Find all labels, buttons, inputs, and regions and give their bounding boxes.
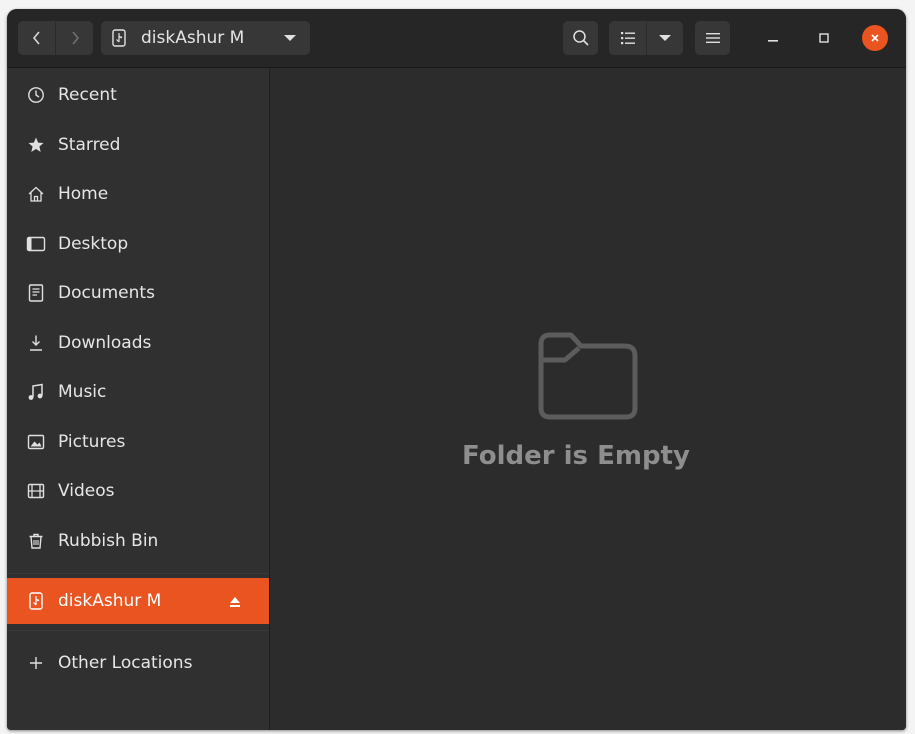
minimize-button[interactable] — [760, 25, 786, 51]
chevron-down-icon — [284, 35, 296, 41]
sidebar-item-documents[interactable]: Documents — [7, 270, 269, 316]
sidebar-separator — [7, 630, 269, 631]
sidebar-item-label: Starred — [58, 135, 121, 155]
sidebar-item-label: Home — [58, 184, 109, 204]
file-view[interactable]: Folder is Empty — [270, 68, 906, 730]
list-view-button[interactable] — [609, 21, 646, 55]
usb-drive-icon — [112, 29, 126, 47]
desktop-icon — [25, 233, 47, 255]
star-icon — [25, 134, 47, 156]
sidebar-item-recent[interactable]: Recent — [7, 72, 269, 118]
chevron-left-icon — [32, 31, 40, 45]
close-icon — [871, 34, 879, 42]
header-bar: diskAshur M — [7, 9, 906, 68]
sidebar-item-downloads[interactable]: Downloads — [7, 320, 269, 366]
navigation-buttons — [18, 21, 93, 55]
music-icon — [25, 381, 47, 403]
sidebar-item-diskashur-m[interactable]: diskAshur M — [7, 578, 269, 624]
search-icon — [572, 30, 589, 46]
empty-folder-message: Folder is Empty — [462, 441, 690, 471]
sidebar-item-label: Other Locations — [58, 653, 193, 673]
sidebar-item-label: diskAshur M — [58, 591, 162, 611]
sidebar-item-label: Music — [58, 382, 107, 402]
videos-icon — [25, 480, 47, 502]
maximize-button[interactable] — [811, 25, 837, 51]
file-manager-window: diskAshur M Recent Starred Home Desktop … — [7, 9, 906, 730]
sidebar-item-pictures[interactable]: Pictures — [7, 419, 269, 465]
view-dropdown-button[interactable] — [647, 21, 683, 55]
hamburger-menu-icon — [705, 33, 720, 43]
folder-icon — [538, 332, 638, 420]
forward-button[interactable] — [56, 21, 93, 55]
sidebar-item-label: Desktop — [58, 234, 129, 254]
sidebar-item-music[interactable]: Music — [7, 369, 269, 415]
eject-icon[interactable] — [229, 593, 241, 613]
view-options-group — [609, 21, 683, 55]
documents-icon — [25, 282, 47, 304]
location-label: diskAshur M — [141, 28, 245, 48]
sidebar-item-starred[interactable]: Starred — [7, 122, 269, 168]
sidebar-item-label: Downloads — [58, 333, 152, 353]
close-button[interactable] — [862, 25, 888, 51]
recent-icon — [25, 84, 47, 106]
sidebar-item-desktop[interactable]: Desktop — [7, 221, 269, 267]
sidebar-item-home[interactable]: Home — [7, 171, 269, 217]
maximize-icon — [819, 33, 829, 43]
back-button[interactable] — [18, 21, 55, 55]
location-button[interactable]: diskAshur M — [101, 21, 310, 55]
sidebar-item-label: Rubbish Bin — [58, 531, 159, 551]
sidebar-separator — [7, 573, 269, 574]
menu-button[interactable] — [695, 21, 730, 55]
trash-icon — [25, 530, 47, 552]
downloads-icon — [25, 332, 47, 354]
chevron-right-icon — [71, 31, 79, 45]
usb-drive-icon — [25, 590, 47, 612]
sidebar-item-label: Recent — [58, 85, 117, 105]
sidebar-item-label: Documents — [58, 283, 155, 303]
sidebar-item-videos[interactable]: Videos — [7, 468, 269, 514]
search-button[interactable] — [563, 21, 598, 55]
sidebar-item-label: Videos — [58, 481, 115, 501]
home-icon — [25, 183, 47, 205]
list-view-icon — [620, 32, 635, 45]
sidebar: Recent Starred Home Desktop Documents Do… — [7, 68, 270, 730]
plus-icon — [25, 652, 47, 674]
sidebar-item-rubbish-bin[interactable]: Rubbish Bin — [7, 518, 269, 564]
sidebar-item-other-locations[interactable]: Other Locations — [7, 640, 269, 686]
chevron-down-icon — [659, 35, 671, 41]
minimize-icon — [768, 40, 778, 42]
pictures-icon — [25, 431, 47, 453]
sidebar-item-label: Pictures — [58, 432, 126, 452]
